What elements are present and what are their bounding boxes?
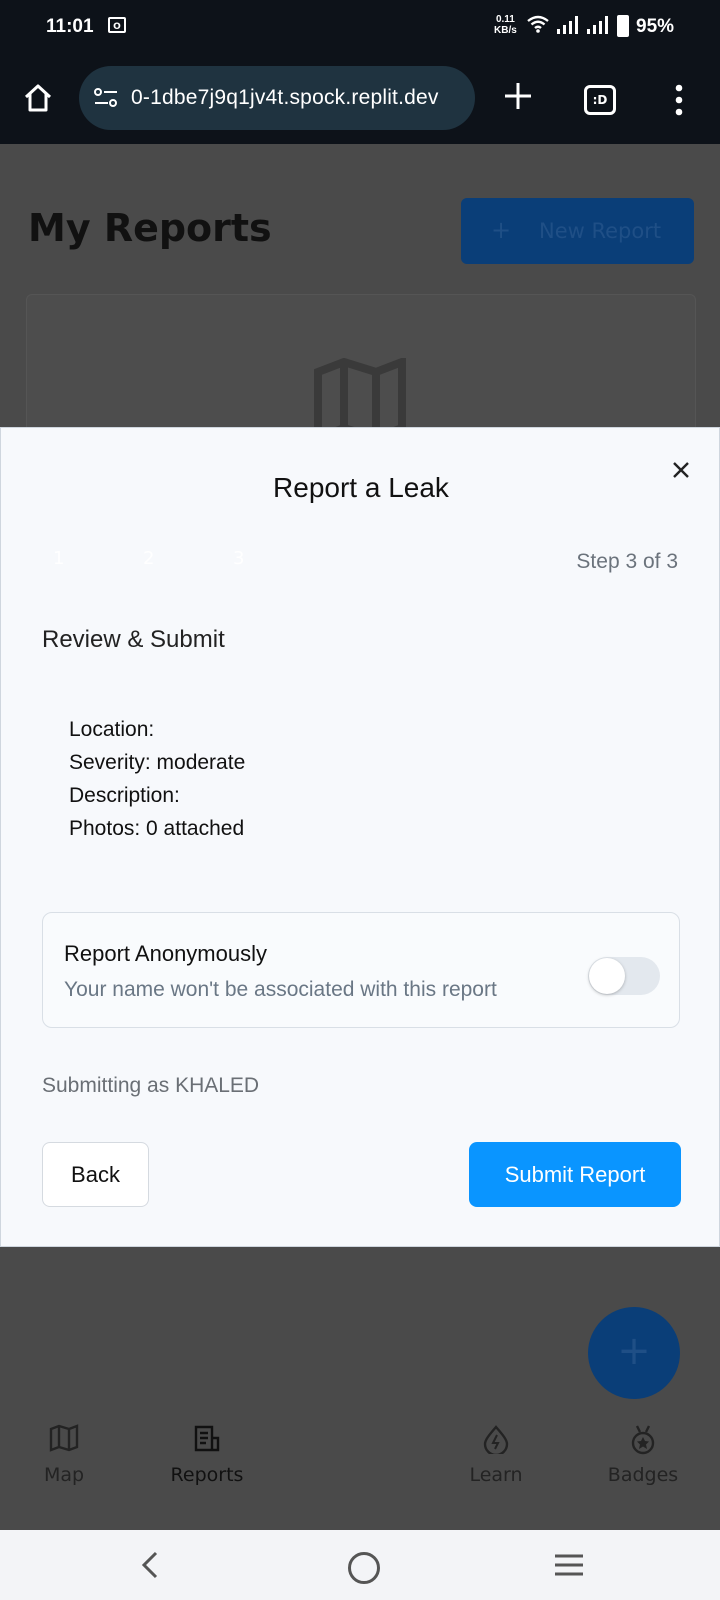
nav-item-badges[interactable]: Badges	[573, 1404, 713, 1530]
address-bar[interactable]: 0-1dbe7j9q1jv4t.spock.replit.dev	[79, 66, 475, 130]
tab-switcher-button[interactable]: :D	[584, 85, 616, 115]
outlook-icon: O	[108, 17, 126, 33]
badge-icon	[631, 1425, 655, 1455]
new-report-label: New Report	[539, 219, 662, 243]
summary-photos: Photos: 0 attached	[69, 817, 245, 840]
new-report-button[interactable]: + New Report	[461, 198, 694, 264]
step-indicators: 1 2 3	[53, 548, 323, 569]
summary-location: Location:	[69, 718, 155, 741]
anonymous-option-card: Report Anonymously Your name won't be as…	[42, 912, 680, 1028]
wifi-icon	[527, 15, 549, 33]
page-title: My Reports	[28, 206, 272, 250]
submit-report-button[interactable]: Submit Report	[469, 1142, 681, 1207]
browser-toolbar: 0-1dbe7j9q1jv4t.spock.replit.dev :D	[0, 56, 720, 144]
new-tab-icon[interactable]	[502, 80, 534, 112]
bottom-nav: Map Reports Learn Badges	[0, 1404, 720, 1530]
droplet-icon	[483, 1425, 509, 1454]
home-icon[interactable]	[22, 82, 54, 114]
summary-description: Description:	[69, 784, 180, 807]
plus-icon: +	[491, 216, 512, 244]
nav-item-learn[interactable]: Learn	[426, 1404, 566, 1530]
section-title: Review & Submit	[42, 626, 225, 653]
nav-label: Map	[43, 1464, 85, 1486]
system-nav-bar	[0, 1530, 720, 1600]
home-button-icon[interactable]	[348, 1552, 380, 1584]
anonymous-subtext: Your name won't be associated with this …	[64, 978, 497, 1001]
net-speed: 0.11 KB/s	[494, 14, 517, 36]
back-icon[interactable]	[140, 1550, 160, 1580]
map-icon	[49, 1424, 79, 1452]
signal-icon	[587, 16, 608, 34]
step-number: 1	[53, 548, 65, 569]
anonymous-toggle[interactable]	[588, 957, 660, 995]
step-progress-text: Step 3 of 3	[576, 550, 678, 573]
nav-label: Badges	[607, 1464, 679, 1486]
status-bar: 11:01 O 0.11 KB/s 95%	[0, 0, 720, 56]
map-icon	[314, 358, 406, 428]
review-summary: Location: Severity: moderate Description…	[42, 698, 682, 872]
nav-label: Learn	[469, 1464, 523, 1486]
battery-icon	[617, 15, 629, 37]
submitting-as-text: Submitting as KHALED	[42, 1074, 260, 1097]
site-settings-icon[interactable]	[93, 87, 119, 109]
url-text: 0-1dbe7j9q1jv4t.spock.replit.dev	[131, 86, 439, 109]
signal-icon	[557, 16, 578, 34]
nav-label: Reports	[170, 1464, 244, 1486]
toggle-knob	[589, 958, 625, 994]
step-number: 2	[143, 548, 155, 569]
nav-item-map[interactable]: Map	[0, 1404, 134, 1530]
step-number: 3	[233, 548, 245, 569]
recent-apps-icon[interactable]	[554, 1554, 584, 1576]
net-speed-value: 0.11	[495, 14, 515, 25]
net-speed-unit: KB/s	[494, 25, 517, 36]
back-button[interactable]: Back	[42, 1142, 149, 1207]
status-time: 11:01	[46, 16, 94, 37]
add-report-fab[interactable]: +	[588, 1307, 680, 1399]
reports-icon	[194, 1425, 220, 1452]
report-leak-modal: Report a Leak 1 2 3 Step 3 of 3 Review & S…	[0, 427, 720, 1247]
more-menu-icon[interactable]	[674, 84, 684, 116]
nav-item-reports[interactable]: Reports	[137, 1404, 277, 1530]
anonymous-heading: Report Anonymously	[64, 941, 267, 966]
modal-title: Report a Leak	[273, 472, 449, 503]
battery-level: 95%	[636, 16, 675, 37]
summary-severity: Severity: moderate	[69, 751, 246, 774]
